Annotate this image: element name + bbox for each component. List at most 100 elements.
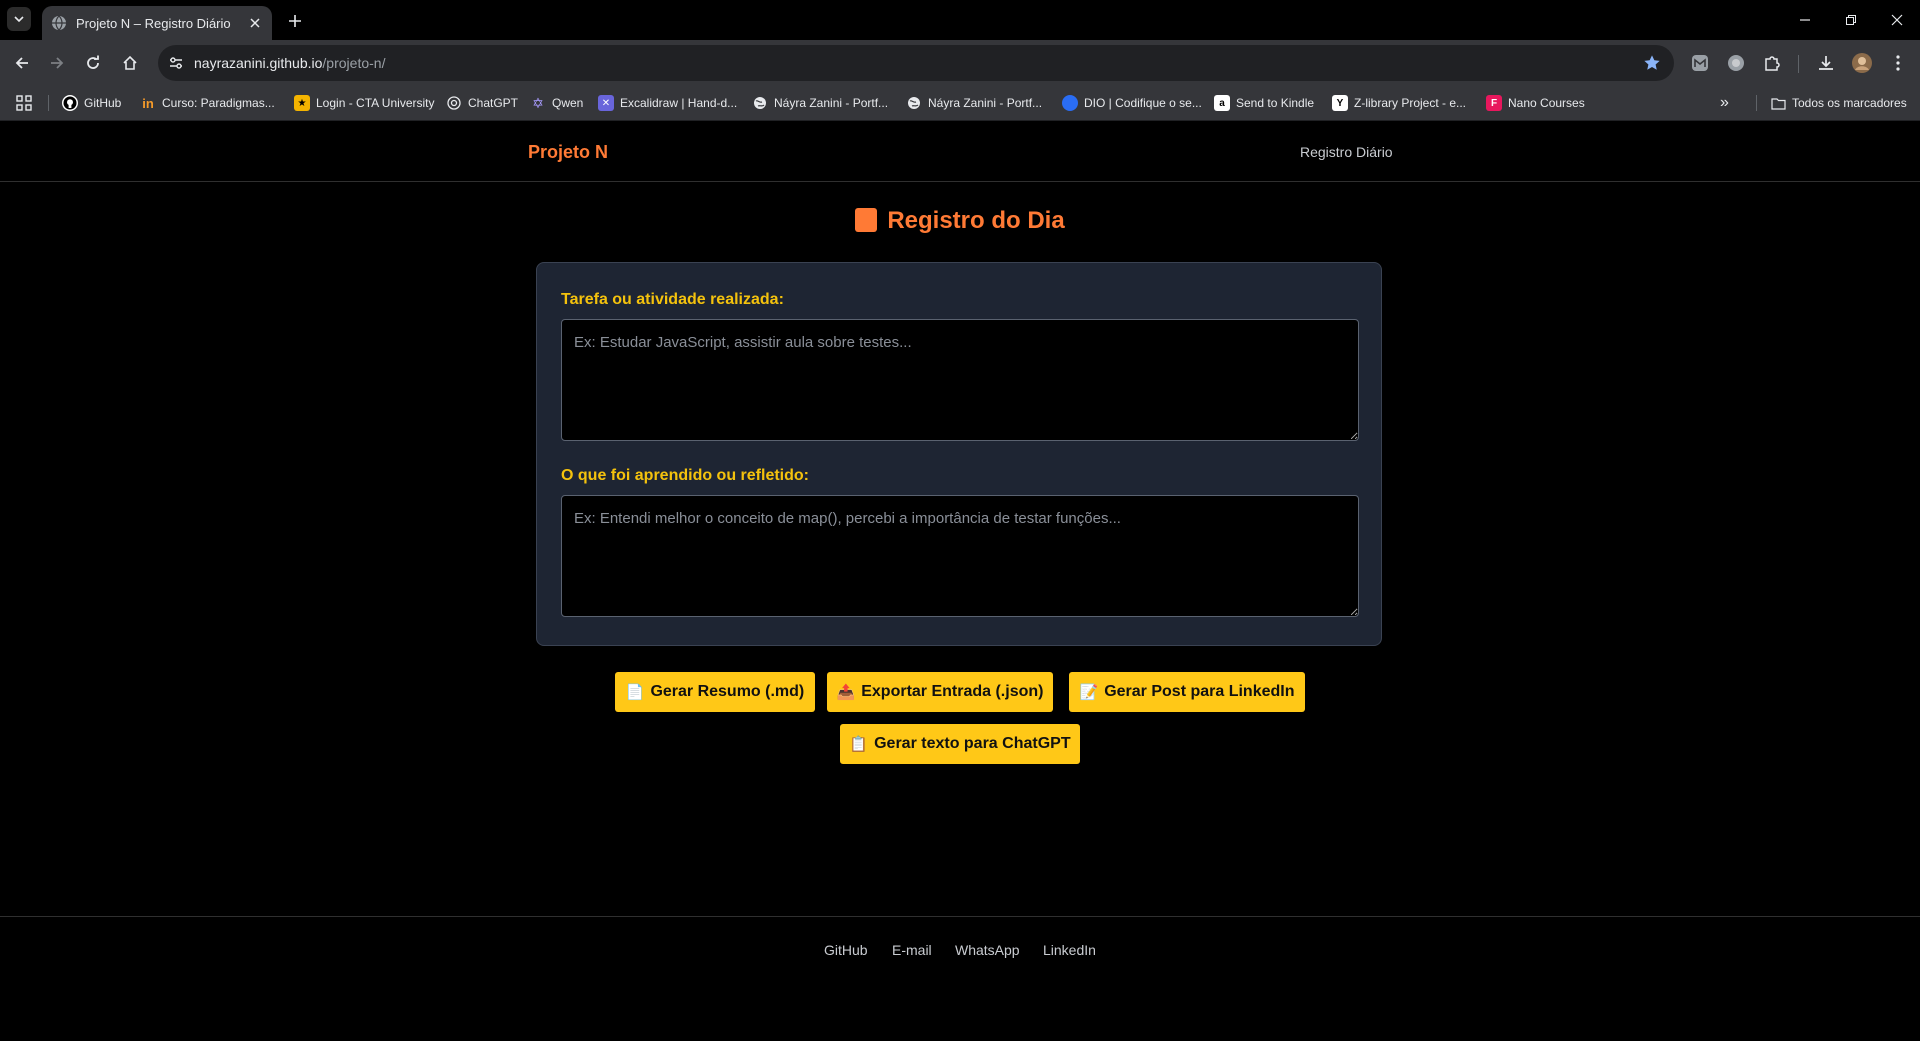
bookmark-item[interactable]: F Nano Courses [1486,93,1585,113]
zlibrary-icon: Y [1332,95,1348,111]
dio-icon [1062,95,1078,111]
more-vertical-icon [1896,55,1900,71]
apps-grid-icon [16,95,32,111]
outbox-tray-icon: 📤 [836,684,856,701]
bookmark-label: GitHub [84,96,122,110]
browser-toolbar: nayrazanini.github.io/projeto-n/ [0,40,1920,86]
profile-button[interactable] [1850,51,1874,75]
bookmark-label: Náyra Zanini - Portf... [774,96,889,110]
bookmarks-separator [48,95,49,111]
task-textarea[interactable] [561,319,1359,441]
bookmark-item[interactable]: ✕ Excalidraw | Hand-d... [598,93,737,113]
bookmark-item[interactable]: ★ Login - CTA University [294,93,434,113]
linkedin-post-button[interactable]: 📝 Gerar Post para LinkedIn [1069,672,1305,712]
reload-button[interactable] [78,48,108,78]
learned-textarea[interactable] [561,495,1359,617]
address-bar[interactable]: nayrazanini.github.io/projeto-n/ [158,45,1674,81]
browser-menu-button[interactable] [1886,51,1910,75]
downloads-button[interactable] [1814,51,1838,75]
all-bookmarks-button[interactable]: Todos os marcadores [1770,93,1907,113]
bookmark-item[interactable]: in Curso: Paradigmas... [140,93,275,113]
site-footer: GitHub E-mail WhatsApp LinkedIn [0,916,1920,1041]
bookmark-item[interactable]: GitHub [62,93,121,113]
globe-icon [906,95,922,111]
restore-button[interactable] [1828,0,1874,40]
toolbar-separator [1798,55,1799,73]
chatgpt-text-button[interactable]: 📋 Gerar texto para ChatGPT [840,724,1080,764]
bookmark-label: Send to Kindle [1236,96,1315,110]
bookmark-item[interactable]: Náyra Zanini - Portf... [752,93,888,113]
bookmark-item[interactable]: a Send to Kindle [1214,93,1314,113]
globe-icon [52,15,66,31]
chevron-down-icon [14,16,24,23]
star-icon [1644,55,1660,70]
home-icon [123,55,137,70]
bookmark-item[interactable]: DIO | Codifique o se... [1062,93,1202,113]
restore-icon [1846,15,1856,25]
home-button[interactable] [115,48,145,78]
bookmark-item[interactable]: Y Z-library Project - e... [1332,93,1466,113]
footer-link-whatsapp[interactable]: WhatsApp [955,942,1020,958]
bookmark-item[interactable]: Náyra Zanini - Portf... [906,93,1042,113]
page-title: Registro do Dia [887,207,1065,234]
browser-tab-strip: Projeto N – Registro Diário [0,0,1920,40]
tab-search-button[interactable] [7,7,31,31]
bookmark-label: Excalidraw | Hand-d... [620,96,738,110]
back-button[interactable] [7,48,37,78]
close-icon [250,18,260,28]
double-chevron-right-icon: » [1720,94,1729,111]
bookmark-label: Curso: Paradigmas... [162,96,275,110]
bookmark-label: DIO | Codifique o se... [1084,96,1202,110]
bookmark-label: Login - CTA University [316,96,435,110]
folder-icon [1770,95,1786,111]
qwen-icon: ✡ [532,94,544,111]
bookmarks-separator [1756,95,1757,111]
entry-form-card: Tarefa ou atividade realizada: O que foi… [536,262,1382,646]
bookmark-star-button[interactable] [1642,53,1662,73]
url-text[interactable]: nayrazanini.github.io/projeto-n/ [194,55,385,71]
download-icon [1819,56,1833,70]
footer-link-github[interactable]: GitHub [824,942,868,958]
document-icon: 📄 [625,684,645,701]
bookmarks-bar: GitHub in Curso: Paradigmas... ★ Login -… [0,86,1920,121]
nano-icon: F [1486,95,1502,111]
brand-logo[interactable]: Projeto N [528,142,608,163]
extension-m-icon [1692,55,1708,71]
bookmark-label: Náyra Zanini - Portf... [928,96,1043,110]
generate-summary-label: Gerar Resumo (.md) [650,683,805,700]
chatgpt-text-label: Gerar texto para ChatGPT [874,735,1071,752]
bookmark-label: Nano Courses [1508,96,1585,110]
arrow-left-icon [15,57,28,69]
plus-icon [289,15,301,27]
cta-icon: ★ [294,95,310,111]
extension-circle-icon [1728,55,1744,71]
bookmark-label: Qwen [552,96,584,110]
apps-button[interactable] [16,93,32,113]
new-tab-button[interactable] [282,8,308,34]
tab-close-button[interactable] [246,14,264,32]
amazon-icon: a [1214,95,1230,111]
footer-link-linkedin[interactable]: LinkedIn [1043,942,1096,958]
generate-summary-button[interactable]: 📄 Gerar Resumo (.md) [615,672,815,712]
bookmark-item[interactable]: ✡ Qwen [530,93,583,113]
extension-button-1[interactable] [1688,51,1712,75]
chatgpt-icon [446,95,462,111]
active-tab[interactable]: Projeto N – Registro Diário [42,6,272,40]
nav-link-registro-diario[interactable]: Registro Diário [1300,144,1393,160]
excalidraw-icon: ✕ [598,95,614,111]
tune-icon [170,57,182,69]
more-bookmarks-button[interactable]: » [1720,93,1729,113]
task-label: Tarefa ou atividade realizada: [561,291,784,308]
minimize-button[interactable] [1782,0,1828,40]
footer-link-email[interactable]: E-mail [892,942,932,958]
site-info-button[interactable] [164,51,188,75]
close-window-button[interactable] [1874,0,1920,40]
export-entry-button[interactable]: 📤 Exportar Entrada (.json) [827,672,1053,712]
bookmark-item[interactable]: ChatGPT [446,93,518,113]
tab-title: Projeto N – Registro Diário [76,15,231,31]
linkedin-post-label: Gerar Post para LinkedIn [1104,683,1295,700]
orange-book-icon [855,208,878,232]
extensions-menu-button[interactable] [1760,51,1784,75]
extension-button-2[interactable] [1724,51,1748,75]
forward-button[interactable] [42,48,72,78]
